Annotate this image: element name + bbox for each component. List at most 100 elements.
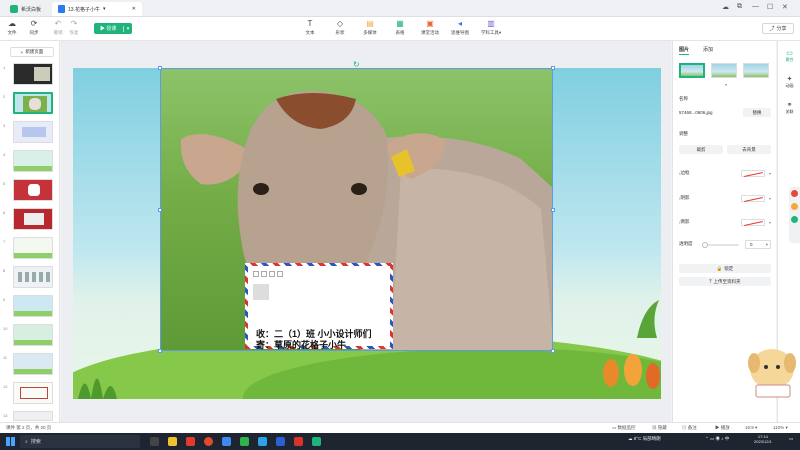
chevron-down-icon[interactable]: ▾ [765, 196, 771, 201]
share-button[interactable]: ⤴ 分享 [762, 23, 794, 34]
chevron-down-icon[interactable]: ▾ [725, 82, 727, 87]
slide-thumbnail-5[interactable] [13, 179, 53, 201]
no-style-swatch[interactable] [741, 218, 765, 226]
teach-button[interactable]: ▶ 授课 ▾ [94, 23, 132, 34]
app-icon[interactable] [222, 437, 231, 446]
resize-handle[interactable] [551, 349, 555, 353]
file-menu-button[interactable]: ☁ 文件 [0, 19, 24, 36]
minimize-icon[interactable]: — [752, 3, 759, 10]
floating-tool-strip[interactable] [789, 187, 800, 243]
chevron-down-icon[interactable]: ▾ [765, 171, 771, 176]
tab-image[interactable]: 图片 [679, 46, 690, 55]
slide-thumbnail-4[interactable] [13, 150, 53, 172]
chevron-down-icon[interactable]: ▾ [103, 6, 106, 12]
browser-icon[interactable] [186, 437, 195, 446]
resize-handle[interactable] [158, 66, 162, 70]
remove-background-button[interactable]: 去背景 [727, 145, 771, 154]
close-window-icon[interactable]: ✕ [782, 3, 788, 11]
seewo-taskbar-icon[interactable] [312, 437, 321, 446]
resize-handle[interactable] [158, 208, 162, 212]
chevron-down-icon[interactable]: ▾ [766, 242, 770, 248]
sync-button[interactable]: ⟳ 同步 [22, 19, 46, 36]
rotate-handle-icon[interactable]: ↻ [353, 60, 360, 69]
tool-icon[interactable] [791, 216, 798, 223]
slide-thumbnail-7[interactable] [13, 237, 53, 259]
lock-button[interactable]: 🔒 锁定 [679, 264, 771, 273]
cloud-status-icon[interactable]: ☁ [722, 3, 729, 11]
slide-thumbnail-10[interactable] [13, 324, 53, 346]
redo-button[interactable]: ↷ 恢复 [62, 19, 86, 36]
opacity-slider-knob[interactable] [702, 242, 708, 248]
slide-thumbnail-6[interactable] [13, 208, 53, 230]
slide-thumbnail-3[interactable] [13, 121, 53, 143]
link-tab[interactable]: ⚭ 关联 [778, 101, 800, 115]
windows-start-icon[interactable] [6, 437, 15, 446]
animation-tab[interactable]: ✦ 动画 [778, 75, 800, 89]
no-style-swatch[interactable] [741, 194, 765, 202]
tab-courseware[interactable]: 13.花格子小牛 ▾ ✕ [52, 2, 142, 16]
reflection-row[interactable]: › 倒影 ▾ [679, 217, 771, 227]
opacity-input[interactable]: 0 ▾ [745, 240, 771, 249]
taskbar-search[interactable]: ⌕ 搜索 [20, 435, 140, 448]
resize-handle[interactable] [551, 66, 555, 70]
background-swatch-2[interactable] [711, 63, 737, 78]
zoom-select[interactable]: 110% ▾ [773, 425, 788, 431]
slide-thumbnail-9[interactable] [13, 295, 53, 317]
hide-button[interactable]: ▦ 隐藏 [652, 425, 667, 431]
app-icon[interactable] [294, 437, 303, 446]
postcard[interactable]: 收：二（1）班 小小设计师们 寄：草原的花格子小牛 [245, 263, 393, 351]
mascot-dog-icon[interactable] [742, 341, 800, 401]
tab-home[interactable]: 希沃白板 [4, 2, 47, 16]
clock[interactable]: 17:14 2023/12/1 [754, 434, 772, 444]
wechat-icon[interactable] [240, 437, 249, 446]
upload-to-library-button[interactable]: ⤒ 上传至资料夹 [679, 277, 771, 286]
record-icon[interactable] [791, 190, 798, 197]
share-icon: ⤴ [769, 26, 775, 32]
app-icon[interactable] [258, 437, 267, 446]
multimedia-tool-button[interactable]: ▤ 多媒体 [358, 19, 382, 36]
properties-tab[interactable]: ▭ 属性 [778, 49, 800, 63]
background-swatch-3[interactable] [743, 63, 769, 78]
chevron-down-icon[interactable]: ▾ [765, 220, 771, 225]
weather-text[interactable]: ☁ 8°C 局部晴朗 [628, 436, 661, 442]
text-tool-button[interactable]: T 文本 [298, 19, 322, 36]
task-view-icon[interactable] [150, 437, 159, 446]
border-row[interactable]: › 边框 ▾ [679, 168, 771, 178]
tool-icon[interactable] [791, 203, 798, 210]
slide-thumbnail-1[interactable] [13, 63, 53, 85]
background-swatch-1[interactable] [679, 63, 705, 78]
subject-tools-button[interactable]: ▥ 学科工具▾ [476, 19, 506, 36]
resize-handle[interactable] [158, 349, 162, 353]
aspect-ratio-select[interactable]: 16:9 ▾ [745, 425, 757, 431]
new-page-button[interactable]: + 新建页面 [10, 47, 54, 57]
tray-icons[interactable]: ⌃ ▭ ◉ ♪ 中 [705, 436, 729, 442]
file-explorer-icon[interactable] [168, 437, 177, 446]
close-tab-icon[interactable]: ✕ [132, 6, 136, 12]
postcard-sender-text[interactable]: 寄：草原的花格子小牛 [256, 338, 346, 351]
crop-button[interactable]: 裁剪 [679, 145, 723, 154]
slide-thumbnail-2[interactable] [13, 92, 53, 114]
slide-thumbnail-8[interactable] [13, 266, 53, 288]
shape-tool-button[interactable]: ◇ 形状 [328, 19, 352, 36]
firefox-icon[interactable] [204, 437, 213, 446]
notes-button[interactable]: ▤ 备注 [682, 425, 697, 431]
slide-thumbnail-11[interactable] [13, 353, 53, 375]
class-activity-button[interactable]: ▣ 课堂活动 [418, 19, 442, 36]
mind-map-button[interactable]: ◂ 思维导图 [448, 19, 472, 36]
data-monitor-button[interactable]: ▭ 数据监控 [612, 425, 636, 431]
maximize-icon[interactable]: ☐ [767, 3, 773, 11]
replace-button[interactable]: 替换 [743, 108, 771, 117]
play-button[interactable]: ▶ 播放 [715, 425, 730, 431]
tab-add[interactable]: 添加 [703, 46, 713, 53]
slide-thumbnail-13[interactable] [13, 411, 53, 421]
notification-icon[interactable]: ▭ [789, 436, 793, 442]
resize-handle[interactable] [551, 208, 555, 212]
table-tool-button[interactable]: ▦ 表格 [388, 19, 412, 36]
screenshot-icon[interactable]: ⧉ [737, 3, 742, 11]
opacity-slider[interactable] [702, 242, 739, 248]
teach-dropdown-chevron-icon[interactable]: ▾ [123, 25, 132, 32]
word-icon[interactable] [276, 437, 285, 446]
no-style-swatch[interactable] [741, 169, 765, 177]
shadow-row[interactable]: › 阴影 ▾ [679, 193, 771, 203]
slide-thumbnail-12[interactable] [13, 382, 53, 404]
